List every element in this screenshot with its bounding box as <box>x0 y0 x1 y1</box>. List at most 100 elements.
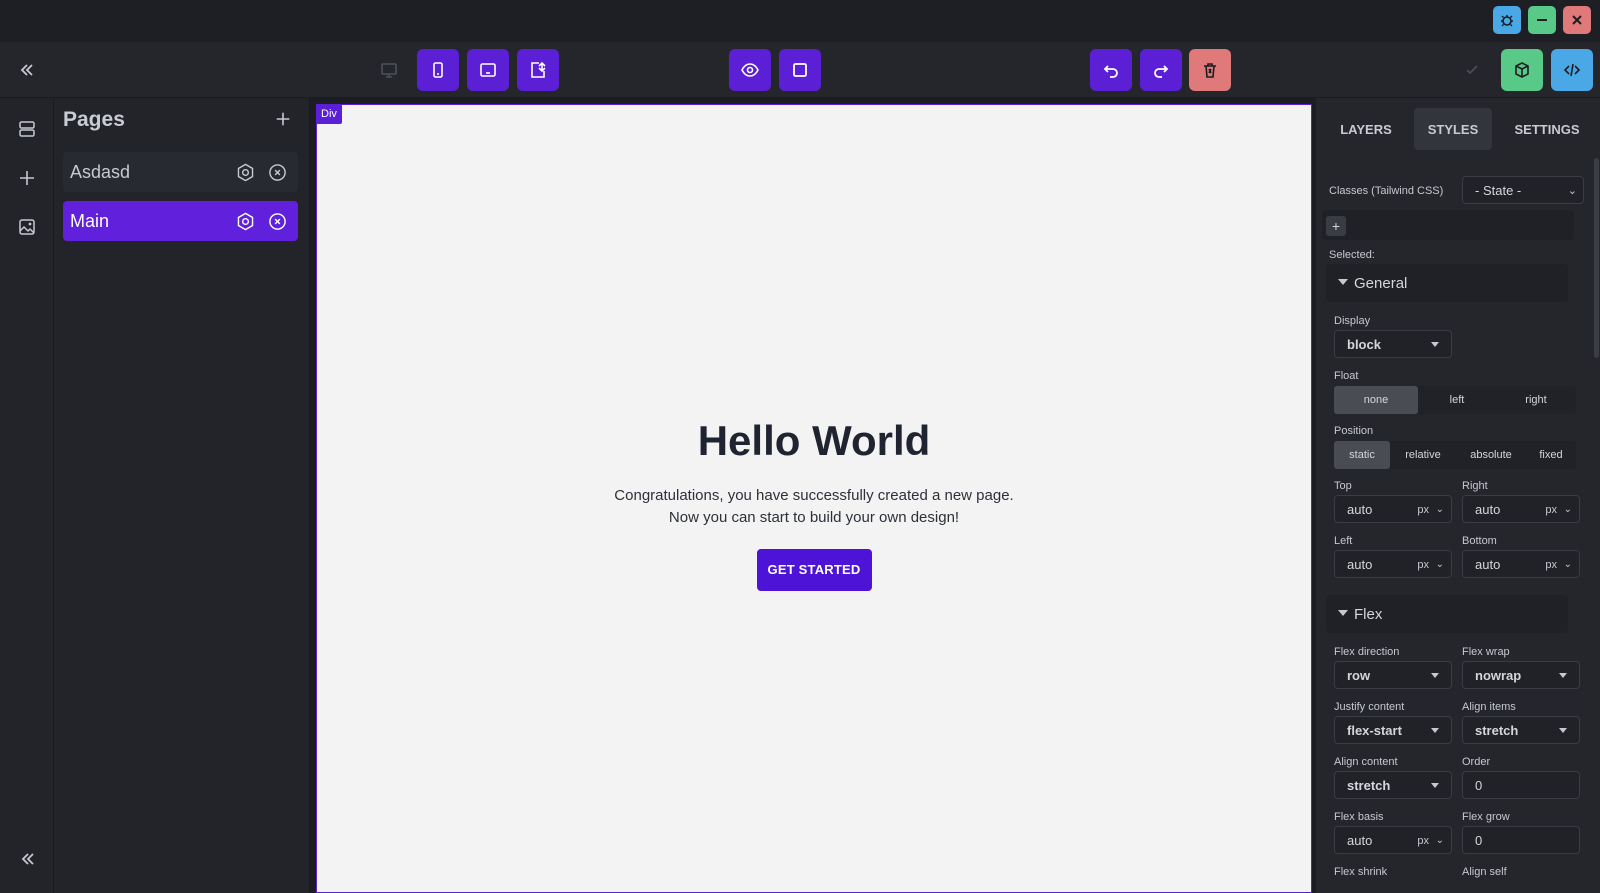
align-items-select[interactable]: stretch <box>1462 716 1580 744</box>
collapse-panel-icon[interactable] <box>14 846 40 872</box>
flex-direction-value: row <box>1347 667 1371 683</box>
page-item-main[interactable]: Main <box>63 201 298 241</box>
align-content-select[interactable]: stretch <box>1334 771 1452 799</box>
justify-content-value: flex-start <box>1347 722 1402 738</box>
right-input[interactable]: auto px ⌄ <box>1462 495 1580 523</box>
code-icon[interactable] <box>1551 49 1593 91</box>
page-delete-icon[interactable] <box>267 211 287 231</box>
caret-down-icon <box>1559 728 1567 733</box>
caret-down-icon <box>1559 673 1567 678</box>
tablet-view-icon[interactable] <box>467 49 509 91</box>
panel-scrollbar[interactable] <box>1594 158 1599 358</box>
toolbar <box>0 42 1600 98</box>
flex-grow-input[interactable]: 0 <box>1462 826 1580 854</box>
top-unit[interactable]: px <box>1417 504 1429 516</box>
flex-wrap-select[interactable]: nowrap <box>1462 661 1580 689</box>
align-content-value: stretch <box>1347 777 1391 793</box>
caret-down-icon <box>1431 342 1439 347</box>
page-item-asdasd[interactable]: Asdasd <box>63 152 298 192</box>
order-label: Order <box>1462 756 1491 768</box>
page-canvas[interactable]: Hello World Congratulations, you have su… <box>316 104 1312 893</box>
hero-section[interactable]: Hello World Congratulations, you have su… <box>317 417 1311 591</box>
collapse-triangle-icon <box>1338 610 1348 616</box>
canvas-area: Hello World Congratulations, you have su… <box>310 98 1316 893</box>
flex-section-header[interactable]: Flex <box>1326 595 1568 633</box>
display-value: block <box>1347 336 1381 352</box>
add-block-icon[interactable] <box>14 165 40 191</box>
flex-basis-input[interactable]: auto px ⌄ <box>1334 826 1452 854</box>
pages-panel: Pages Asdasd Main <box>54 98 310 893</box>
page-item-label: Main <box>70 211 110 231</box>
chevron-down-icon: ⌄ <box>1567 185 1577 197</box>
tab-settings[interactable]: SETTINGS <box>1500 108 1594 150</box>
panel-tabs: LAYERS STYLES SETTINGS <box>1316 98 1600 154</box>
mobile-view-icon[interactable] <box>417 49 459 91</box>
collapse-triangle-icon <box>1338 279 1348 285</box>
show-outlines-icon[interactable] <box>779 49 821 91</box>
image-assets-icon[interactable] <box>14 214 40 240</box>
float-none[interactable]: none <box>1334 386 1418 414</box>
flex-basis-label: Flex basis <box>1334 811 1384 823</box>
position-fixed[interactable]: fixed <box>1526 441 1576 469</box>
publish-icon[interactable] <box>1501 49 1543 91</box>
float-left[interactable]: left <box>1418 386 1496 414</box>
top-input[interactable]: auto px ⌄ <box>1334 495 1452 523</box>
redo-icon[interactable] <box>1140 49 1182 91</box>
position-label: Position <box>1334 425 1374 437</box>
get-started-button[interactable]: GET STARTED <box>756 549 872 591</box>
left-input[interactable]: auto px ⌄ <box>1334 550 1452 578</box>
layers-stack-icon[interactable] <box>14 116 40 142</box>
flex-grow-value: 0 <box>1475 832 1483 848</box>
hero-heading[interactable]: Hello World <box>317 417 1311 465</box>
selected-label: Selected: <box>1329 249 1375 261</box>
page-settings-icon[interactable] <box>235 211 255 231</box>
bottom-unit[interactable]: px <box>1545 559 1557 571</box>
resize-canvas-icon[interactable] <box>517 49 559 91</box>
order-value: 0 <box>1475 777 1483 793</box>
flex-basis-unit[interactable]: px <box>1417 835 1429 847</box>
page-settings-icon[interactable] <box>235 162 255 182</box>
undo-icon[interactable] <box>1090 49 1132 91</box>
justify-content-label: Justify content <box>1334 701 1405 713</box>
page-delete-icon[interactable] <box>267 162 287 182</box>
justify-content-select[interactable]: flex-start <box>1334 716 1452 744</box>
delete-icon[interactable] <box>1189 49 1231 91</box>
preview-icon[interactable] <box>729 49 771 91</box>
title-bar <box>0 0 1600 42</box>
general-section-header[interactable]: General <box>1326 264 1568 302</box>
add-class-icon[interactable]: + <box>1326 216 1346 236</box>
flex-grow-label: Flex grow <box>1462 811 1510 823</box>
classes-input[interactable] <box>1322 210 1574 240</box>
flex-basis-value: auto <box>1347 832 1373 848</box>
tab-layers[interactable]: LAYERS <box>1324 108 1408 150</box>
debug-icon[interactable] <box>1493 6 1521 34</box>
hero-text-line-2: Now you can start to build your own desi… <box>668 509 960 526</box>
state-select-value: - State - <box>1475 182 1522 198</box>
state-select[interactable]: - State - ⌄ <box>1462 176 1584 204</box>
position-absolute[interactable]: absolute <box>1456 441 1526 469</box>
bottom-label: Bottom <box>1462 535 1497 547</box>
flex-shrink-label: Flex shrink <box>1334 866 1388 878</box>
right-unit[interactable]: px <box>1545 504 1557 516</box>
position-relative[interactable]: relative <box>1390 441 1456 469</box>
style-panel: LAYERS STYLES SETTINGS Classes (Tailwind… <box>1316 98 1600 893</box>
hero-text[interactable]: Congratulations, you have successfully c… <box>317 485 1311 529</box>
desktop-view-icon[interactable] <box>368 49 410 91</box>
flex-direction-select[interactable]: row <box>1334 661 1452 689</box>
display-label: Display <box>1334 315 1371 327</box>
float-segmented: none left right <box>1334 386 1576 414</box>
float-right[interactable]: right <box>1496 386 1576 414</box>
position-static[interactable]: static <box>1334 441 1390 469</box>
align-items-value: stretch <box>1475 722 1519 738</box>
collapse-sidebar-icon[interactable] <box>5 49 47 91</box>
minimize-icon[interactable] <box>1528 6 1556 34</box>
display-select[interactable]: block <box>1334 330 1452 358</box>
check-icon[interactable] <box>1451 49 1493 91</box>
add-page-icon[interactable] <box>272 108 294 130</box>
tab-styles[interactable]: STYLES <box>1414 108 1492 150</box>
close-icon[interactable] <box>1563 6 1591 34</box>
left-unit[interactable]: px <box>1417 559 1429 571</box>
order-input[interactable]: 0 <box>1462 771 1580 799</box>
flex-direction-label: Flex direction <box>1334 646 1400 658</box>
bottom-input[interactable]: auto px ⌄ <box>1462 550 1580 578</box>
